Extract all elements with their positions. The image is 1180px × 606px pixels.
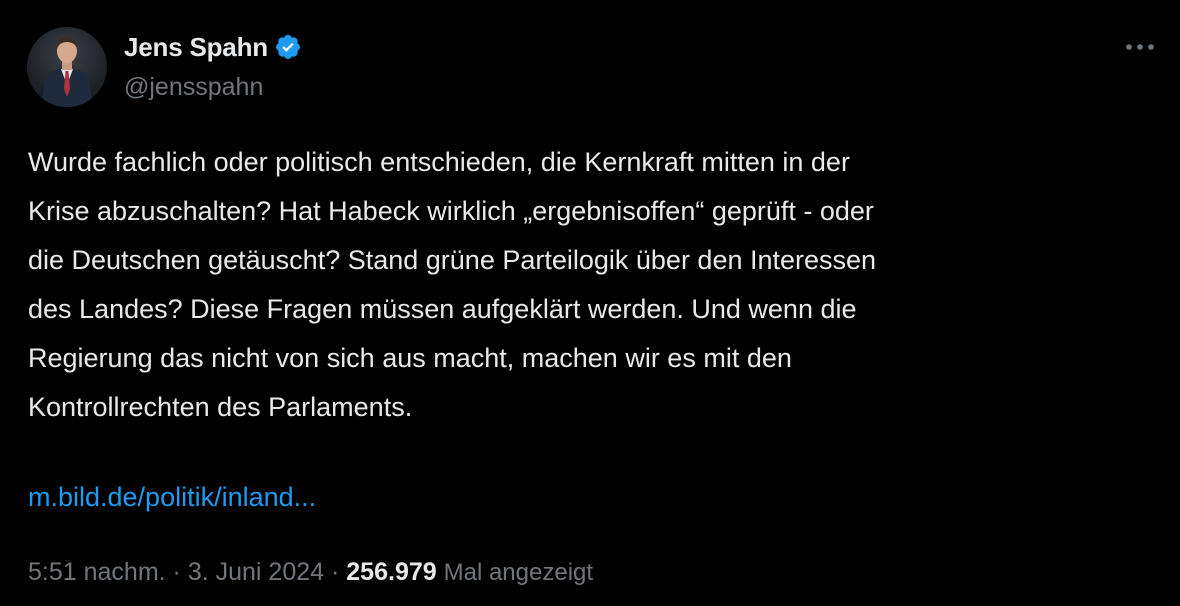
author-row: Jens Spahn — [124, 31, 302, 63]
tweet-text-line: Regierung das nicht von sich aus macht, … — [28, 343, 792, 373]
tweet-text-line: Wurde fachlich oder politisch entschiede… — [28, 147, 850, 177]
tweet-text-line: des Landes? Diese Fragen müssen aufgeklä… — [28, 294, 857, 324]
more-horizontal-icon[interactable] — [1122, 32, 1158, 62]
views-label: Mal angezeigt — [443, 559, 594, 586]
tweet-date[interactable]: 3. Juni 2024 — [188, 558, 324, 586]
tweet-text-line: Krise abzuschalten? Hat Habeck wirklich … — [28, 196, 874, 226]
tweet-meta: 5:51 nachm. · 3. Juni 2024 · 256.979 Mal… — [28, 552, 593, 593]
tweet-text: Wurde fachlich oder politisch entschiede… — [28, 138, 1148, 432]
display-name[interactable]: Jens Spahn — [124, 32, 268, 63]
meta-separator: · — [331, 558, 340, 586]
author-handle[interactable]: @jensspahn — [124, 73, 263, 102]
tweet-link[interactable]: m.bild.de/politik/inland... — [28, 473, 316, 522]
avatar-photo — [27, 27, 107, 107]
meta-separator: · — [172, 558, 181, 586]
verified-badge-icon[interactable] — [274, 33, 302, 61]
views-count[interactable]: 256.979 — [346, 558, 436, 586]
tweet-text-line: die Deutschen getäuscht? Stand grüne Par… — [28, 245, 877, 275]
avatar[interactable] — [27, 27, 107, 107]
tweet-time[interactable]: 5:51 nachm. — [28, 558, 166, 586]
tweet-text-line: Kontrollrechten des Parlaments. — [28, 392, 413, 422]
